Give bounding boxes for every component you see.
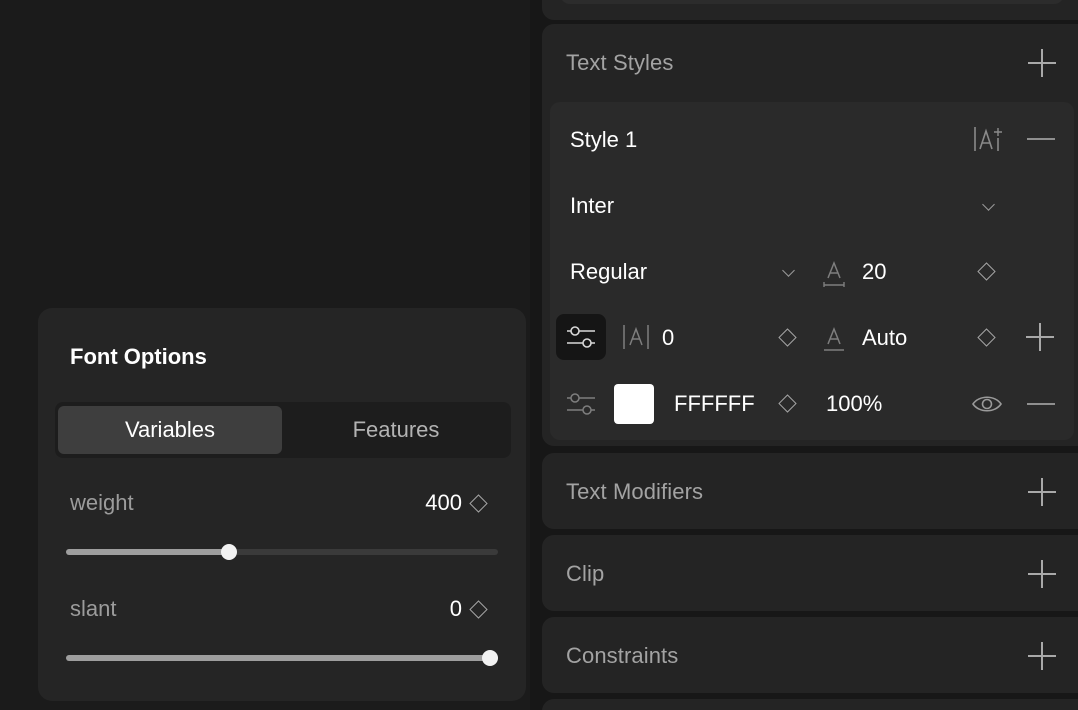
fill-color-keyframe-diamond-icon[interactable] — [778, 394, 797, 413]
font-options-panel: Font Options Variables Features weight 4… — [38, 308, 526, 701]
slant-label: slant — [70, 596, 117, 621]
font-size-value[interactable]: 20 — [862, 259, 886, 285]
weight-value[interactable]: 400 — [425, 490, 462, 516]
weight-slider-fill — [66, 549, 229, 555]
font-options-tabs: Variables Features — [55, 402, 511, 458]
font-options-title: Font Options — [70, 344, 207, 369]
clip-title: Clip — [566, 561, 605, 586]
font-size-icon — [822, 258, 848, 288]
text-style-card: Style 1 Inter Regular 20 0 Auto FFFFFF 1… — [550, 102, 1074, 440]
weight-slider-thumb[interactable] — [221, 544, 237, 560]
remove-style-button[interactable] — [1027, 125, 1055, 153]
text-settings-icon[interactable] — [972, 124, 1004, 154]
font-size-keyframe-diamond-icon[interactable] — [977, 262, 996, 281]
tab-features[interactable]: Features — [284, 406, 508, 454]
add-constraint-button[interactable] — [1028, 642, 1056, 670]
next-section — [542, 699, 1078, 710]
clip-section: Clip — [542, 535, 1078, 611]
slant-slider-thumb[interactable] — [482, 650, 498, 666]
weight-slider[interactable] — [66, 544, 498, 560]
font-weight-value[interactable]: Regular — [570, 259, 647, 285]
fill-opacity-value[interactable]: 100% — [826, 391, 882, 417]
letter-spacing-value[interactable]: 0 — [662, 325, 674, 351]
remove-fill-button[interactable] — [1027, 390, 1055, 418]
letter-spacing-icon — [622, 323, 650, 351]
line-height-value[interactable]: Auto — [862, 325, 907, 351]
constraints-title: Constraints — [566, 643, 679, 668]
style-name[interactable]: Style 1 — [570, 127, 637, 153]
tab-variables[interactable]: Variables — [58, 406, 282, 454]
fill-color-swatch[interactable] — [614, 384, 654, 424]
add-clip-button[interactable] — [1028, 560, 1056, 588]
weight-keyframe-diamond-icon[interactable] — [469, 494, 488, 513]
app-canvas: Text Styles Style 1 Inter Regular 20 0 A… — [0, 0, 1078, 710]
chevron-down-icon[interactable] — [982, 198, 995, 211]
font-family-value[interactable]: Inter — [570, 193, 614, 219]
constraints-section: Constraints — [542, 617, 1078, 693]
slant-keyframe-diamond-icon[interactable] — [469, 600, 488, 619]
add-text-style-button[interactable] — [1028, 49, 1056, 77]
eye-icon[interactable] — [971, 392, 1003, 416]
slant-value[interactable]: 0 — [450, 596, 462, 622]
text-styles-title: Text Styles — [566, 50, 674, 75]
chevron-down-icon[interactable] — [782, 264, 795, 277]
sliders-icon — [565, 323, 597, 351]
line-height-keyframe-diamond-icon[interactable] — [977, 328, 996, 347]
fill-color-hex[interactable]: FFFFFF — [674, 391, 755, 417]
slant-slider-fill — [66, 655, 498, 661]
text-modifiers-title: Text Modifiers — [566, 479, 704, 504]
add-property-button[interactable] — [1026, 323, 1054, 351]
previous-section — [542, 0, 1078, 20]
add-text-modifier-button[interactable] — [1028, 478, 1056, 506]
line-height-icon — [822, 323, 848, 353]
previous-section-field[interactable] — [560, 0, 1064, 4]
slant-slider[interactable] — [66, 650, 498, 666]
letter-spacing-keyframe-diamond-icon[interactable] — [778, 328, 797, 347]
font-options-toggle-button[interactable] — [556, 314, 606, 360]
weight-label: weight — [70, 490, 134, 515]
text-modifiers-section: Text Modifiers — [542, 453, 1078, 529]
sliders-icon[interactable] — [565, 390, 597, 418]
